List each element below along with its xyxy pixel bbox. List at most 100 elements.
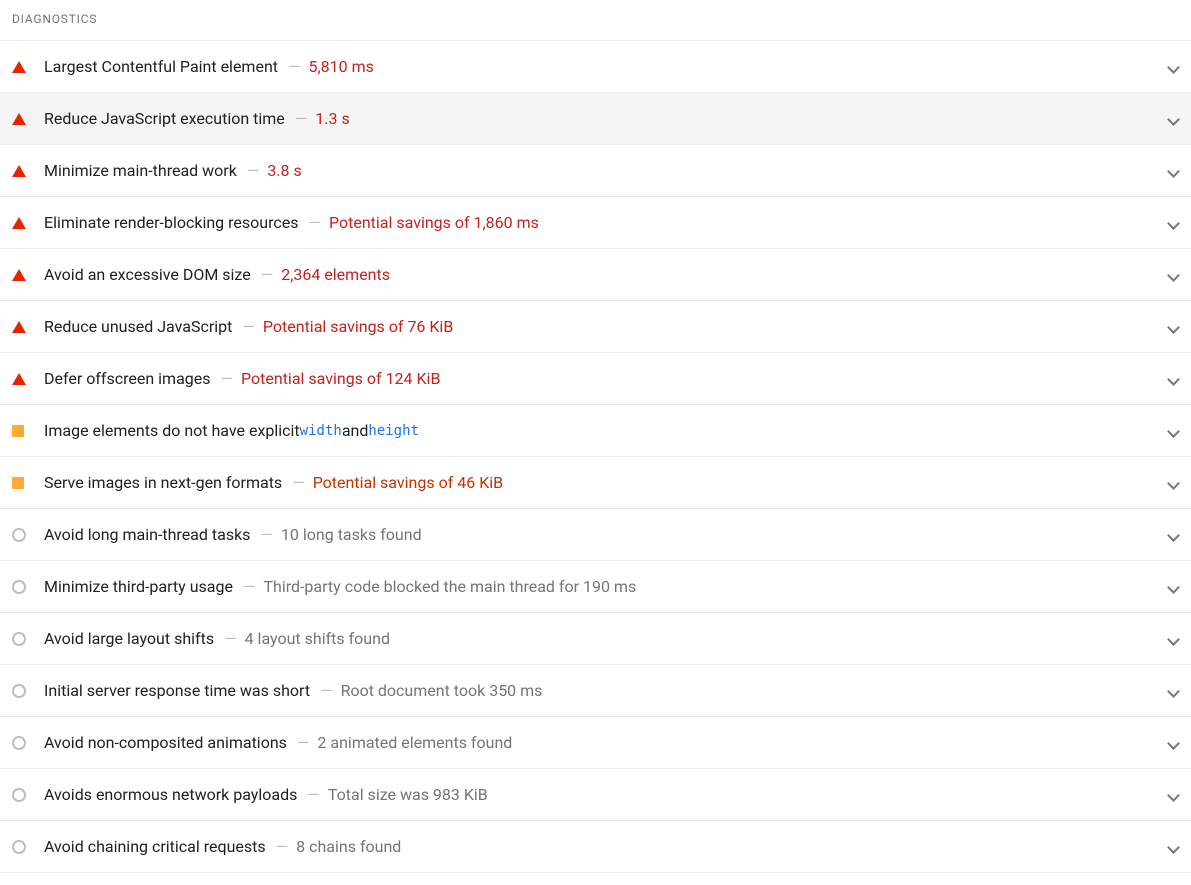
- audit-severity-icon-wrapper: [12, 528, 44, 542]
- separator-dash: —: [288, 57, 301, 76]
- audit-metric: Potential savings of 46 KiB: [313, 473, 503, 492]
- audit-title-text: and: [342, 421, 369, 440]
- chevron-down-icon: [1167, 685, 1179, 697]
- expand-toggle[interactable]: [1149, 113, 1179, 125]
- audit-metric: 3.8 s: [267, 161, 301, 180]
- expand-toggle[interactable]: [1149, 165, 1179, 177]
- circle-info-icon: [12, 788, 26, 802]
- expand-toggle[interactable]: [1149, 841, 1179, 853]
- audit-row[interactable]: Minimize main-thread work—3.8 s: [0, 145, 1191, 197]
- chevron-down-icon: [1167, 529, 1179, 541]
- chevron-down-icon: [1167, 789, 1179, 801]
- circle-info-icon: [12, 684, 26, 698]
- expand-toggle[interactable]: [1149, 321, 1179, 333]
- expand-toggle[interactable]: [1149, 477, 1179, 489]
- audit-title: Reduce unused JavaScript—Potential savin…: [44, 317, 1149, 336]
- audit-severity-icon-wrapper: [12, 373, 44, 385]
- audit-metric: 10 long tasks found: [281, 525, 422, 544]
- expand-toggle[interactable]: [1149, 373, 1179, 385]
- triangle-fail-icon: [12, 217, 26, 229]
- audit-title-text: Eliminate render-blocking resources: [44, 213, 298, 232]
- audit-row[interactable]: Avoid large layout shifts—4 layout shift…: [0, 613, 1191, 665]
- audit-metric: 8 chains found: [296, 837, 401, 856]
- circle-info-icon: [12, 580, 26, 594]
- audit-row[interactable]: Reduce JavaScript execution time—1.3 s: [0, 93, 1191, 145]
- audit-severity-icon-wrapper: [12, 684, 44, 698]
- separator-dash: —: [276, 837, 289, 856]
- audit-severity-icon-wrapper: [12, 477, 44, 489]
- audit-metric: Potential savings of 124 KiB: [241, 369, 440, 388]
- audit-title: Minimize third-party usage—Third-party c…: [44, 577, 1149, 596]
- separator-dash: —: [242, 317, 255, 336]
- separator-dash: —: [260, 525, 273, 544]
- inline-code: width: [300, 423, 342, 439]
- diagnostics-audit-list: Largest Contentful Paint element—5,810 m…: [0, 40, 1191, 873]
- expand-toggle[interactable]: [1149, 633, 1179, 645]
- audit-row[interactable]: Defer offscreen images—Potential savings…: [0, 353, 1191, 405]
- audit-title-text: Avoid chaining critical requests: [44, 837, 266, 856]
- audit-severity-icon-wrapper: [12, 632, 44, 646]
- audit-title: Avoid long main-thread tasks—10 long tas…: [44, 525, 1149, 544]
- expand-toggle[interactable]: [1149, 737, 1179, 749]
- audit-row[interactable]: Eliminate render-blocking resources—Pote…: [0, 197, 1191, 249]
- audit-metric: 4 layout shifts found: [245, 629, 390, 648]
- audit-row[interactable]: Image elements do not have explicit widt…: [0, 405, 1191, 457]
- audit-title-text: Avoid non-composited animations: [44, 733, 287, 752]
- audit-row[interactable]: Serve images in next-gen formats — Potenti…: [0, 457, 1191, 509]
- expand-toggle[interactable]: [1149, 269, 1179, 281]
- audit-row[interactable]: Avoid long main-thread tasks—10 long tas…: [0, 509, 1191, 561]
- audit-row[interactable]: Initial server response time was short—R…: [0, 665, 1191, 717]
- expand-toggle[interactable]: [1149, 789, 1179, 801]
- audit-title-text: Reduce JavaScript execution time: [44, 109, 285, 128]
- audit-metric: Total size was 983 KiB: [328, 785, 488, 804]
- audit-severity-icon-wrapper: [12, 217, 44, 229]
- separator-dash: —: [247, 161, 260, 180]
- audit-row[interactable]: Avoids enormous network payloads—Total s…: [0, 769, 1191, 821]
- audit-severity-icon-wrapper: [12, 840, 44, 854]
- triangle-fail-icon: [12, 321, 26, 333]
- audit-metric: 2,364 elements: [281, 265, 390, 284]
- inline-code: height: [368, 423, 419, 439]
- audit-row[interactable]: Reduce unused JavaScript—Potential savin…: [0, 301, 1191, 353]
- audit-row[interactable]: Largest Contentful Paint element—5,810 m…: [0, 41, 1191, 93]
- expand-toggle[interactable]: [1149, 581, 1179, 593]
- expand-toggle[interactable]: [1149, 425, 1179, 437]
- chevron-down-icon: [1167, 61, 1179, 73]
- audit-title: Serve images in next-gen formats — Potenti…: [44, 473, 1149, 492]
- audit-severity-icon-wrapper: [12, 788, 44, 802]
- audit-title-text: Avoid an excessive DOM size: [44, 265, 251, 284]
- audit-row[interactable]: Avoid chaining critical requests — 8 chain…: [0, 821, 1191, 873]
- audit-metric: Potential savings of 1,860 ms: [329, 213, 539, 232]
- audit-title: Avoid chaining critical requests — 8 chain…: [44, 837, 1149, 856]
- chevron-down-icon: [1167, 737, 1179, 749]
- expand-toggle[interactable]: [1149, 529, 1179, 541]
- chevron-down-icon: [1167, 633, 1179, 645]
- separator-dash: —: [261, 265, 274, 284]
- square-average-icon: [12, 425, 24, 437]
- audit-metric: 5,810 ms: [309, 57, 374, 76]
- separator-dash: —: [292, 473, 305, 492]
- audit-title: Avoids enormous network payloads—Total s…: [44, 785, 1149, 804]
- expand-toggle[interactable]: [1149, 217, 1179, 229]
- separator-dash: —: [224, 629, 237, 648]
- separator-dash: —: [243, 577, 256, 596]
- chevron-down-icon: [1167, 425, 1179, 437]
- audit-row[interactable]: Minimize third-party usage—Third-party c…: [0, 561, 1191, 613]
- triangle-fail-icon: [12, 113, 26, 125]
- audit-title: Avoid large layout shifts—4 layout shift…: [44, 629, 1149, 648]
- audit-row[interactable]: Avoid an excessive DOM size — 2,364 elemen…: [0, 249, 1191, 301]
- audit-title: Largest Contentful Paint element—5,810 m…: [44, 57, 1149, 76]
- audit-severity-icon-wrapper: [12, 61, 44, 73]
- audit-metric: Root document took 350 ms: [341, 681, 543, 700]
- chevron-down-icon: [1167, 373, 1179, 385]
- audit-row[interactable]: Avoid non-composited animations—2 animat…: [0, 717, 1191, 769]
- audit-severity-icon-wrapper: [12, 165, 44, 177]
- expand-toggle[interactable]: [1149, 685, 1179, 697]
- audit-title: Avoid an excessive DOM size — 2,364 elemen…: [44, 265, 1149, 284]
- diagnostics-section-header: DIAGNOSTICS: [0, 0, 1191, 40]
- audit-title: Defer offscreen images—Potential savings…: [44, 369, 1149, 388]
- audit-severity-icon-wrapper: [12, 580, 44, 594]
- audit-severity-icon-wrapper: [12, 113, 44, 125]
- expand-toggle[interactable]: [1149, 61, 1179, 73]
- audit-title-text: Serve images in next-gen formats: [44, 473, 282, 492]
